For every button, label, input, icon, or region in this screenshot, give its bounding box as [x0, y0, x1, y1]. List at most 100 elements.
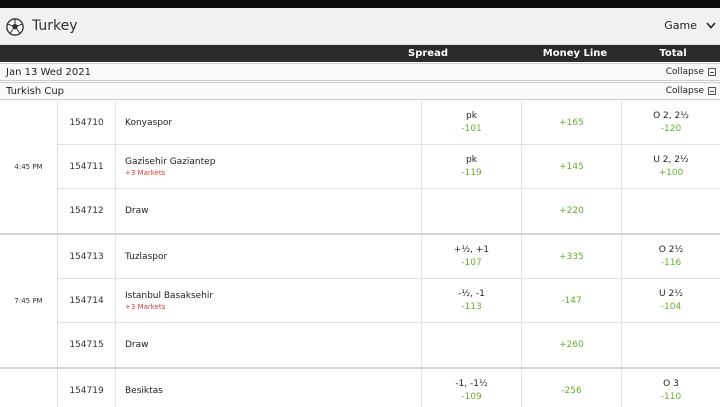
team-cell: Draw: [116, 323, 422, 367]
rotation-number: 154711: [58, 145, 116, 188]
total-cell: O 2, 2½ -120: [622, 101, 720, 144]
total-price: -120: [660, 123, 682, 134]
spread-odds-button[interactable]: pk -119: [422, 145, 521, 188]
moneyline-odds-button[interactable]: +165: [522, 101, 621, 144]
spread-price: -119: [461, 167, 482, 178]
table-row: 154711 Gazisehir Gaziantep +3 Markets pk -11…: [58, 145, 720, 189]
game-time: [0, 369, 58, 407]
table-row: 154715 Draw +260: [58, 323, 720, 367]
table-row: 154710 Konyaspor pk -101 +165 O 2, 2½ -120: [58, 101, 720, 145]
moneyline-cell: +260: [522, 323, 622, 367]
league-header: Turkey Game: [0, 8, 720, 45]
team-cell: Besiktas: [116, 369, 422, 407]
moneyline-odds-button[interactable]: +335: [522, 235, 621, 278]
table-row: 154714 Istanbul Basaksehir +3 Markets -½, -…: [58, 279, 720, 323]
team-name[interactable]: Konyaspor: [125, 118, 421, 128]
odds-grid: 4:45 PM 154710 Konyaspor pk -101 +165 O 2, 2½ -…: [0, 101, 720, 407]
rotation-number: 154714: [58, 279, 116, 322]
more-markets-link[interactable]: +3 Markets: [125, 303, 421, 311]
total-odds-button[interactable]: U 2½ -104: [622, 279, 720, 322]
moneyline-price: +335: [559, 251, 584, 262]
spread-odds-button[interactable]: -1, -1½ -109: [422, 369, 521, 407]
spread-odds-button[interactable]: pk -101: [422, 101, 521, 144]
total-odds-button[interactable]: O 2, 2½ -120: [622, 101, 720, 144]
team-cell: Gazisehir Gaziantep +3 Markets: [116, 145, 422, 188]
total-price: +100: [658, 167, 684, 178]
column-spread: Spread: [408, 48, 448, 59]
team-name[interactable]: Besiktas: [125, 386, 421, 396]
spread-line: +½, +1: [453, 244, 490, 255]
total-line: O 2, 2½: [653, 110, 689, 121]
date-label: Jan 13 Wed 2021: [6, 67, 91, 78]
moneyline-price: +260: [559, 340, 584, 350]
moneyline-odds-button[interactable]: -256: [522, 369, 621, 407]
total-cell: O 3 -110: [622, 369, 720, 407]
game-type-select[interactable]: Game: [664, 19, 716, 32]
total-cell: [622, 189, 720, 233]
team-cell: Istanbul Basaksehir +3 Markets: [116, 279, 422, 322]
total-price: -104: [660, 301, 682, 312]
spread-cell: [422, 323, 522, 367]
minus-box-icon: [708, 87, 716, 95]
team-name[interactable]: Tuzlaspor: [125, 252, 421, 262]
minus-box-icon: [708, 68, 716, 76]
total-cell: U 2, 2½ +100: [622, 145, 720, 188]
spread-cell: -1, -1½ -109: [422, 369, 522, 407]
spread-line: -½, -1: [458, 288, 485, 299]
spread-price: -109: [461, 392, 482, 402]
spread-cell: +½, +1 -107: [422, 235, 522, 278]
moneyline-odds-button[interactable]: +220: [522, 189, 621, 233]
spread-line: pk: [466, 154, 477, 165]
total-odds-button[interactable]: O 3 -110: [622, 369, 720, 407]
moneyline-price: +165: [559, 117, 584, 128]
spread-odds-button[interactable]: -½, -1 -113: [422, 279, 521, 322]
chevron-down-icon: [706, 22, 716, 29]
team-cell: Tuzlaspor: [116, 235, 422, 278]
team-name[interactable]: Istanbul Basaksehir: [125, 291, 421, 301]
total-price: -116: [660, 257, 682, 268]
team-name[interactable]: Gazisehir Gaziantep: [125, 157, 421, 167]
competition-bar: Turkish Cup Collapse: [0, 82, 720, 100]
rotation-number: 154715: [58, 323, 116, 367]
competition-label: Turkish Cup: [6, 86, 65, 97]
team-cell: Konyaspor: [116, 101, 422, 144]
spread-cell: [422, 189, 522, 233]
spread-price: -107: [461, 257, 482, 268]
total-odds-button[interactable]: O 2½ -116: [622, 235, 720, 278]
moneyline-price: -147: [561, 295, 582, 306]
moneyline-odds-button[interactable]: +145: [522, 145, 621, 188]
moneyline-cell: +220: [522, 189, 622, 233]
more-markets-link[interactable]: +3 Markets: [125, 169, 421, 177]
game-block: 7:45 PM 154713 Tuzlaspor +½, +1 -107 +335 O 2½…: [0, 235, 720, 369]
total-odds-button[interactable]: U 2, 2½ +100: [622, 145, 720, 188]
column-header: Spread Money Line Total: [0, 45, 720, 62]
team-name[interactable]: Draw: [125, 206, 421, 216]
moneyline-odds-button[interactable]: -147: [522, 279, 621, 322]
moneyline-price: -256: [561, 386, 582, 396]
collapse-label: Collapse: [665, 86, 704, 96]
moneyline-cell: +165: [522, 101, 622, 144]
moneyline-cell: -147: [522, 279, 622, 322]
top-strip: [0, 0, 720, 8]
column-moneyline: Money Line: [542, 48, 608, 59]
competition-collapse-button[interactable]: Collapse: [666, 86, 716, 96]
rotation-number: 154710: [58, 101, 116, 144]
moneyline-odds-button[interactable]: +260: [522, 323, 621, 367]
collapse-label: Collapse: [665, 67, 704, 77]
moneyline-price: +145: [559, 161, 584, 172]
table-row: 154712 Draw +220: [58, 189, 720, 233]
rotation-number: 154719: [58, 369, 116, 407]
team-cell: Draw: [116, 189, 422, 233]
soccer-ball-icon: [6, 18, 24, 36]
team-name[interactable]: Draw: [125, 340, 421, 350]
page-title: Turkey: [32, 18, 78, 34]
game-block: 4:45 PM 154710 Konyaspor pk -101 +165 O 2, 2½ -…: [0, 101, 720, 235]
table-row: 154719 Besiktas -1, -1½ -109 -256 O 3 -110: [58, 369, 720, 407]
spread-cell: -½, -1 -113: [422, 279, 522, 322]
date-collapse-button[interactable]: Collapse: [666, 67, 716, 77]
total-line: O 2½: [658, 244, 684, 255]
game-type-select-label: Game: [664, 19, 697, 32]
spread-odds-button[interactable]: +½, +1 -107: [422, 235, 521, 278]
table-row: 154713 Tuzlaspor +½, +1 -107 +335 O 2½ -116: [58, 235, 720, 279]
rotation-number: 154713: [58, 235, 116, 278]
